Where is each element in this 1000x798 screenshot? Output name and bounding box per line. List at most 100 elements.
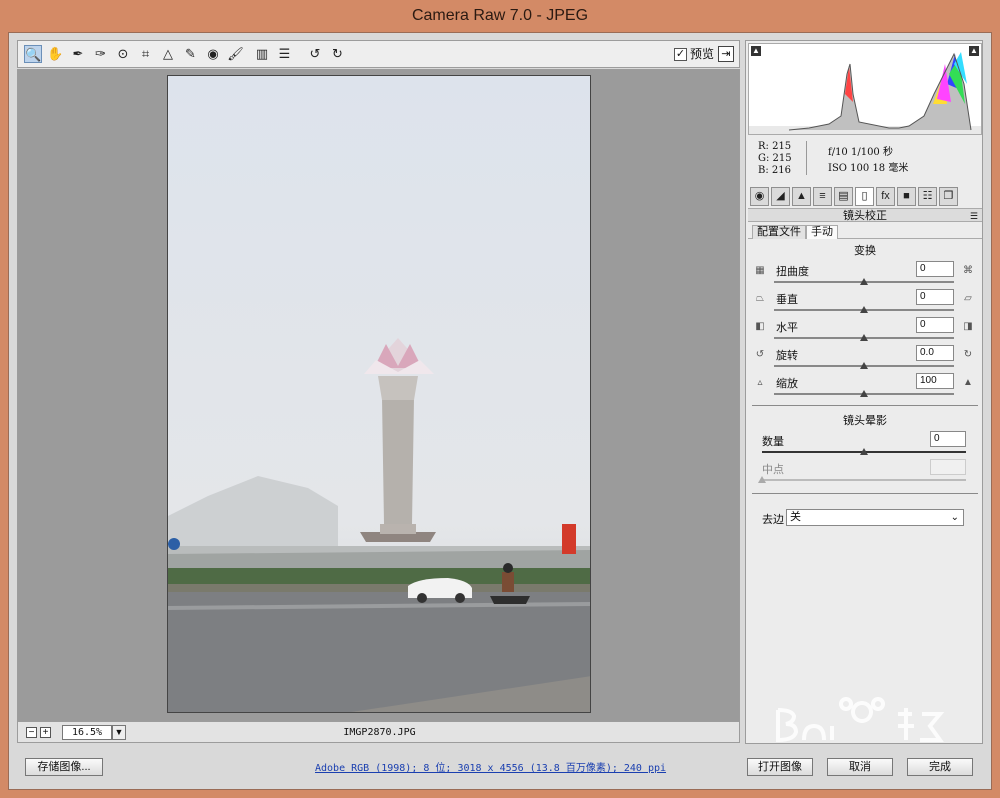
right-panel: ▲ ▲ R: 215 G: 215 B: 216 f/10 1/100 秒 IS… xyxy=(745,40,983,744)
vignetting-section-title: 镜头晕影 xyxy=(843,415,887,427)
vertical-label: 垂直 xyxy=(776,294,798,306)
chevron-down-icon: ⌄ xyxy=(950,512,959,523)
defringe-value: 关 xyxy=(790,511,801,523)
file-name: IMGP2870.JPG xyxy=(343,727,416,738)
preview-checkbox[interactable]: ✓ xyxy=(674,48,687,62)
scale-left-icon: ▵ xyxy=(757,377,763,388)
panel-header: 镜头校正 ☰ xyxy=(748,208,982,222)
white-balance-tool-icon[interactable]: ✒ xyxy=(69,45,87,63)
split-toning-tab-icon[interactable]: ▤ xyxy=(834,187,853,206)
rotate-label: 旋转 xyxy=(776,350,798,362)
photo-preview xyxy=(167,75,591,713)
zoom-level-field[interactable]: 16.5% xyxy=(62,725,112,740)
effects-tab-icon[interactable]: fx xyxy=(876,187,895,206)
done-button[interactable]: 完成 xyxy=(907,758,973,776)
rotate-slider-thumb[interactable] xyxy=(860,362,868,369)
basic-tab-icon[interactable]: ◉ xyxy=(750,187,769,206)
horizontal-label: 水平 xyxy=(776,322,798,334)
workflow-options-link[interactable]: Adobe RGB (1998); 8 位; 3018 x 4556 (13.8… xyxy=(315,759,666,774)
histogram: ▲ ▲ xyxy=(748,43,982,135)
zoom-tool-icon[interactable]: 🔍 xyxy=(24,45,42,63)
subtab-manual[interactable]: 手动 xyxy=(806,225,838,239)
aperture-shutter: f/10 1/100 秒 xyxy=(828,147,893,158)
hand-tool-icon[interactable]: ✋ xyxy=(47,45,65,63)
scale-label: 缩放 xyxy=(776,378,798,390)
midpoint-input xyxy=(930,459,966,475)
midpoint-slider-track xyxy=(762,479,966,481)
distortion-label: 扭曲度 xyxy=(776,266,809,278)
presets-tab-icon[interactable]: ☷ xyxy=(918,187,937,206)
straighten-tool-icon[interactable]: △ xyxy=(159,45,177,63)
watermark-logo xyxy=(776,697,945,743)
vertical-slider-thumb[interactable] xyxy=(860,306,868,313)
transform-section-title: 变换 xyxy=(854,245,876,257)
info-divider xyxy=(806,141,807,175)
distortion-left-icon: ▦ xyxy=(755,265,765,276)
rotate-cw-tool-icon[interactable]: ↻ xyxy=(329,45,347,63)
photo-image xyxy=(168,76,590,712)
window-title: Camera Raw 7.0 - JPEG xyxy=(0,0,1000,32)
graduated-filter-tool-icon[interactable]: ▥ xyxy=(253,45,271,63)
vertical-input[interactable]: 0 xyxy=(916,289,954,305)
vertical-right-icon: ⏥ xyxy=(964,293,972,304)
image-preview-area[interactable] xyxy=(17,69,740,721)
panel-menu-icon[interactable]: ☰ xyxy=(970,209,978,223)
midpoint-label: 中点 xyxy=(762,464,784,476)
scale-slider-thumb[interactable] xyxy=(860,390,868,397)
spot-removal-tool-icon[interactable]: ✎ xyxy=(182,45,200,63)
distortion-slider-thumb[interactable] xyxy=(860,278,868,285)
preview-label: 预览 xyxy=(690,47,715,61)
horizontal-slider-thumb[interactable] xyxy=(860,334,868,341)
preview-toggle[interactable]: ✓ 预览 xyxy=(674,45,714,63)
distortion-input[interactable]: 0 xyxy=(916,261,954,277)
tone-curve-tab-icon[interactable]: ◢ xyxy=(771,187,790,206)
green-value: G: 215 xyxy=(758,153,792,164)
adjustment-brush-tool-icon[interactable]: 🖌 xyxy=(227,45,245,63)
horizontal-left-icon: ◧ xyxy=(755,321,765,332)
camera-raw-dialog: 🔍 ✋ ✒ ✑ ⊙ ⌗ △ ✎ ◉ 🖌 ▥ ☰ ↺ ↻ ✓ 预览 ⇥ IMGP2… xyxy=(8,32,992,790)
distortion-right-icon: ⌘ xyxy=(963,265,973,276)
zoom-in-button[interactable]: + xyxy=(40,727,51,738)
cancel-button[interactable]: 取消 xyxy=(827,758,893,776)
rotate-input[interactable]: 0.0 xyxy=(916,345,954,361)
panel-title: 镜头校正 xyxy=(843,210,887,222)
defringe-row: 去边 关 ⌄ xyxy=(746,509,984,527)
rotate-right-icon: ↻ xyxy=(963,349,973,360)
amount-input[interactable]: 0 xyxy=(930,431,966,447)
rotate-left-icon: ↺ xyxy=(755,349,765,360)
lens-corrections-tab-icon[interactable]: ▯ xyxy=(855,187,874,206)
histogram-graph xyxy=(749,52,981,134)
targeted-adjustment-tool-icon[interactable]: ⊙ xyxy=(114,45,132,63)
open-image-button[interactable]: 打开图像 xyxy=(747,758,813,776)
scale-right-icon: ▲ xyxy=(963,377,973,388)
save-image-button[interactable]: 存储图像... xyxy=(25,758,103,776)
defringe-select[interactable]: 关 ⌄ xyxy=(786,509,964,526)
status-bar: IMGP2870.JPG − + 16.5% ▼ xyxy=(17,721,740,743)
crop-tool-icon[interactable]: ⌗ xyxy=(137,45,155,63)
blue-value: B: 216 xyxy=(758,165,791,176)
amount-slider-thumb[interactable] xyxy=(860,448,868,455)
rotate-ccw-tool-icon[interactable]: ↺ xyxy=(306,45,324,63)
detail-tab-icon[interactable]: ▲ xyxy=(792,187,811,206)
red-value: R: 215 xyxy=(758,141,792,152)
preferences-tool-icon[interactable]: ☰ xyxy=(276,45,294,63)
snapshots-tab-icon[interactable]: ❐ xyxy=(939,187,958,206)
zoom-dropdown-icon[interactable]: ▼ xyxy=(112,725,126,740)
lens-subtabs: 配置文件 手动 xyxy=(748,223,982,239)
horizontal-right-icon: ◨ xyxy=(963,321,973,332)
vertical-left-icon: ⏢ xyxy=(756,293,764,304)
iso-focal-length: ISO 100 18 毫米 xyxy=(828,163,909,174)
color-sampler-tool-icon[interactable]: ✑ xyxy=(92,45,110,63)
scale-input[interactable]: 100 xyxy=(916,373,954,389)
horizontal-input[interactable]: 0 xyxy=(916,317,954,333)
subtab-profile[interactable]: 配置文件 xyxy=(752,225,806,239)
section-divider xyxy=(752,405,978,406)
camera-calibration-tab-icon[interactable]: ■ xyxy=(897,187,916,206)
hsl-tab-icon[interactable]: ≡ xyxy=(813,187,832,206)
midpoint-slider-thumb xyxy=(758,476,766,483)
zoom-out-button[interactable]: − xyxy=(26,727,37,738)
red-eye-tool-icon[interactable]: ◉ xyxy=(204,45,222,63)
fullscreen-toggle-icon[interactable]: ⇥ xyxy=(718,46,734,62)
amount-label: 数量 xyxy=(762,436,784,448)
toolbar: 🔍 ✋ ✒ ✑ ⊙ ⌗ △ ✎ ◉ 🖌 ▥ ☰ ↺ ↻ ✓ 预览 ⇥ xyxy=(17,40,740,68)
